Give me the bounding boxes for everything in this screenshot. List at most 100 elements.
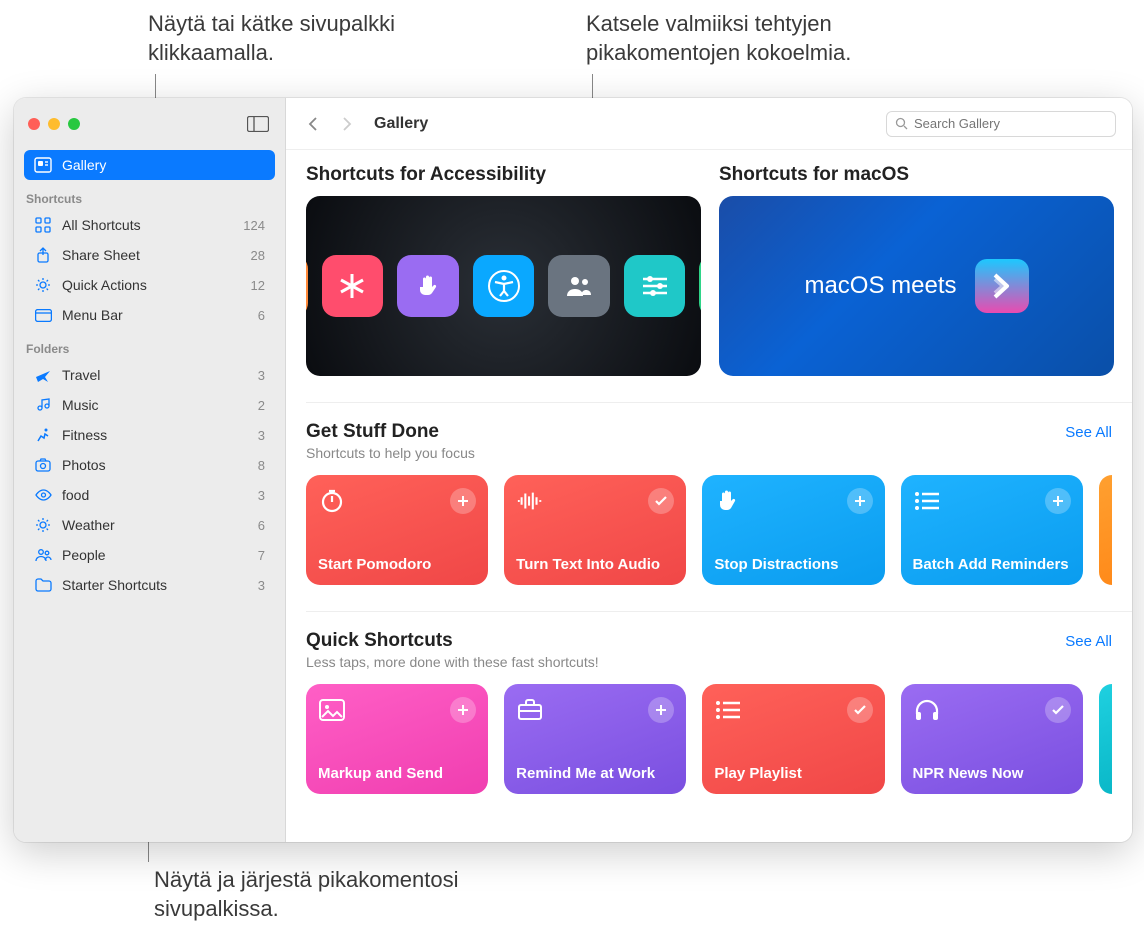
card-label: Play Playlist (714, 765, 872, 782)
sidebar-folder-travel[interactable]: Travel 3 (24, 360, 275, 390)
sidebar: Gallery Shortcuts All Shortcuts 124 Shar… (14, 98, 286, 842)
sidebar-item-label: People (62, 547, 106, 563)
banner-title-accessibility: Shortcuts for Accessibility (306, 164, 701, 186)
shortcut-card-markup-send[interactable]: Markup and Send (306, 684, 488, 794)
folder-icon (34, 576, 52, 594)
section-subtitle-quick: Less taps, more done with these fast sho… (306, 654, 599, 670)
sidebar-item-count: 7 (258, 548, 265, 563)
sidebar-folder-photos[interactable]: Photos 8 (24, 450, 275, 480)
shortcut-card-pomodoro[interactable]: Start Pomodoro (306, 475, 488, 585)
airplane-icon (34, 366, 52, 384)
shortcut-card-stop-distractions[interactable]: Stop Distractions (702, 475, 884, 585)
see-all-quick[interactable]: See All (1065, 633, 1112, 650)
sidebar-folder-fitness[interactable]: Fitness 3 (24, 420, 275, 450)
people-tile-icon (548, 255, 610, 317)
app-window: Gallery Shortcuts All Shortcuts 124 Shar… (14, 98, 1132, 842)
sidebar-folder-music[interactable]: Music 2 (24, 390, 275, 420)
check-icon (1045, 697, 1071, 723)
sidebar-item-label: Quick Actions (62, 277, 147, 293)
shortcut-card-batch-reminders[interactable]: Batch Add Reminders (901, 475, 1083, 585)
sidebar-folder-weather[interactable]: Weather 6 (24, 510, 275, 540)
shortcut-card-text-audio[interactable]: Turn Text Into Audio (504, 475, 686, 585)
sidebar-item-label: Weather (62, 517, 115, 533)
sidebar-item-label: Gallery (62, 157, 106, 173)
sidebar-item-label: All Shortcuts (62, 217, 141, 233)
section-subtitle-getstuff: Shortcuts to help you focus (306, 445, 475, 461)
sidebar-item-count: 6 (258, 308, 265, 323)
sidebar-toggle-button[interactable] (245, 114, 271, 134)
minimize-button[interactable] (48, 118, 60, 130)
forward-button[interactable] (336, 113, 358, 135)
add-icon (450, 488, 476, 514)
gallery-icon (34, 156, 52, 174)
page-title: Gallery (374, 115, 428, 133)
sidebar-item-count: 8 (258, 458, 265, 473)
see-all-getstuff[interactable]: See All (1065, 424, 1112, 441)
shortcut-card-npr[interactable]: NPR News Now (901, 684, 1083, 794)
timer-icon (318, 487, 346, 515)
asterisk-icon (322, 255, 384, 317)
people-icon (34, 546, 52, 564)
sidebar-item-menu-bar[interactable]: Menu Bar 6 (24, 300, 275, 330)
sidebar-header-shortcuts: Shortcuts (14, 180, 285, 210)
card-label: Markup and Send (318, 765, 476, 782)
search-field[interactable] (886, 111, 1116, 137)
sidebar-item-count: 6 (258, 518, 265, 533)
sidebar-item-label: Menu Bar (62, 307, 123, 323)
sidebar-item-gallery[interactable]: Gallery (24, 150, 275, 180)
callout-sidebar: Näytä ja järjestä pikakomentosi sivupalk… (154, 866, 554, 923)
maximize-button[interactable] (68, 118, 80, 130)
gear-icon (34, 276, 52, 294)
sidebar-item-label: Share Sheet (62, 247, 140, 263)
check-icon (847, 697, 873, 723)
fitness-icon (34, 426, 52, 444)
card-label: Batch Add Reminders (913, 556, 1071, 573)
search-icon (895, 117, 908, 130)
search-input[interactable] (914, 116, 1107, 131)
card-peek[interactable] (1099, 684, 1112, 794)
sidebar-item-count: 3 (258, 368, 265, 383)
add-icon (648, 697, 674, 723)
sidebar-folder-starter[interactable]: Starter Shortcuts 3 (24, 570, 275, 600)
image-icon (318, 696, 346, 724)
sidebar-folder-food[interactable]: food 3 (24, 480, 275, 510)
shortcut-card-play-playlist[interactable]: Play Playlist (702, 684, 884, 794)
hand-icon (397, 255, 459, 317)
sidebar-item-share-sheet[interactable]: Share Sheet 28 (24, 240, 275, 270)
sidebar-item-count: 12 (251, 278, 265, 293)
menubar-icon (34, 306, 52, 324)
back-button[interactable] (302, 113, 324, 135)
sidebar-header-folders: Folders (14, 330, 285, 360)
sidebar-item-label: Starter Shortcuts (62, 577, 167, 593)
sidebar-item-quick-actions[interactable]: Quick Actions 12 (24, 270, 275, 300)
waveform-icon (516, 487, 544, 515)
card-label: NPR News Now (913, 765, 1071, 782)
tile-icon (306, 255, 308, 317)
sidebar-item-label: food (62, 487, 89, 503)
close-button[interactable] (28, 118, 40, 130)
section-title-getstuff: Get Stuff Done (306, 421, 475, 443)
sidebar-item-count: 2 (258, 398, 265, 413)
card-label: Remind Me at Work (516, 765, 674, 782)
banner-accessibility[interactable] (306, 196, 701, 376)
banner-title-macos: Shortcuts for macOS (719, 164, 1114, 186)
sidebar-folder-people[interactable]: People 7 (24, 540, 275, 570)
shortcut-card-remind-work[interactable]: Remind Me at Work (504, 684, 686, 794)
sidebar-item-count: 3 (258, 578, 265, 593)
briefcase-icon (516, 696, 544, 724)
sidebar-item-label: Photos (62, 457, 106, 473)
sidebar-item-label: Fitness (62, 427, 107, 443)
toolbar: Gallery (286, 98, 1132, 150)
add-icon (450, 697, 476, 723)
sliders-icon (624, 255, 686, 317)
window-controls (28, 118, 80, 130)
shortcuts-app-icon (975, 259, 1029, 313)
card-peek[interactable] (1099, 475, 1112, 585)
grid-icon (34, 216, 52, 234)
sidebar-item-all-shortcuts[interactable]: All Shortcuts 124 (24, 210, 275, 240)
banner-macos[interactable]: macOS meets (719, 196, 1114, 376)
main-content: Gallery Shortcuts for Accessibility (286, 98, 1132, 842)
add-icon (847, 488, 873, 514)
titlebar (14, 98, 285, 150)
section-title-quick: Quick Shortcuts (306, 630, 599, 652)
